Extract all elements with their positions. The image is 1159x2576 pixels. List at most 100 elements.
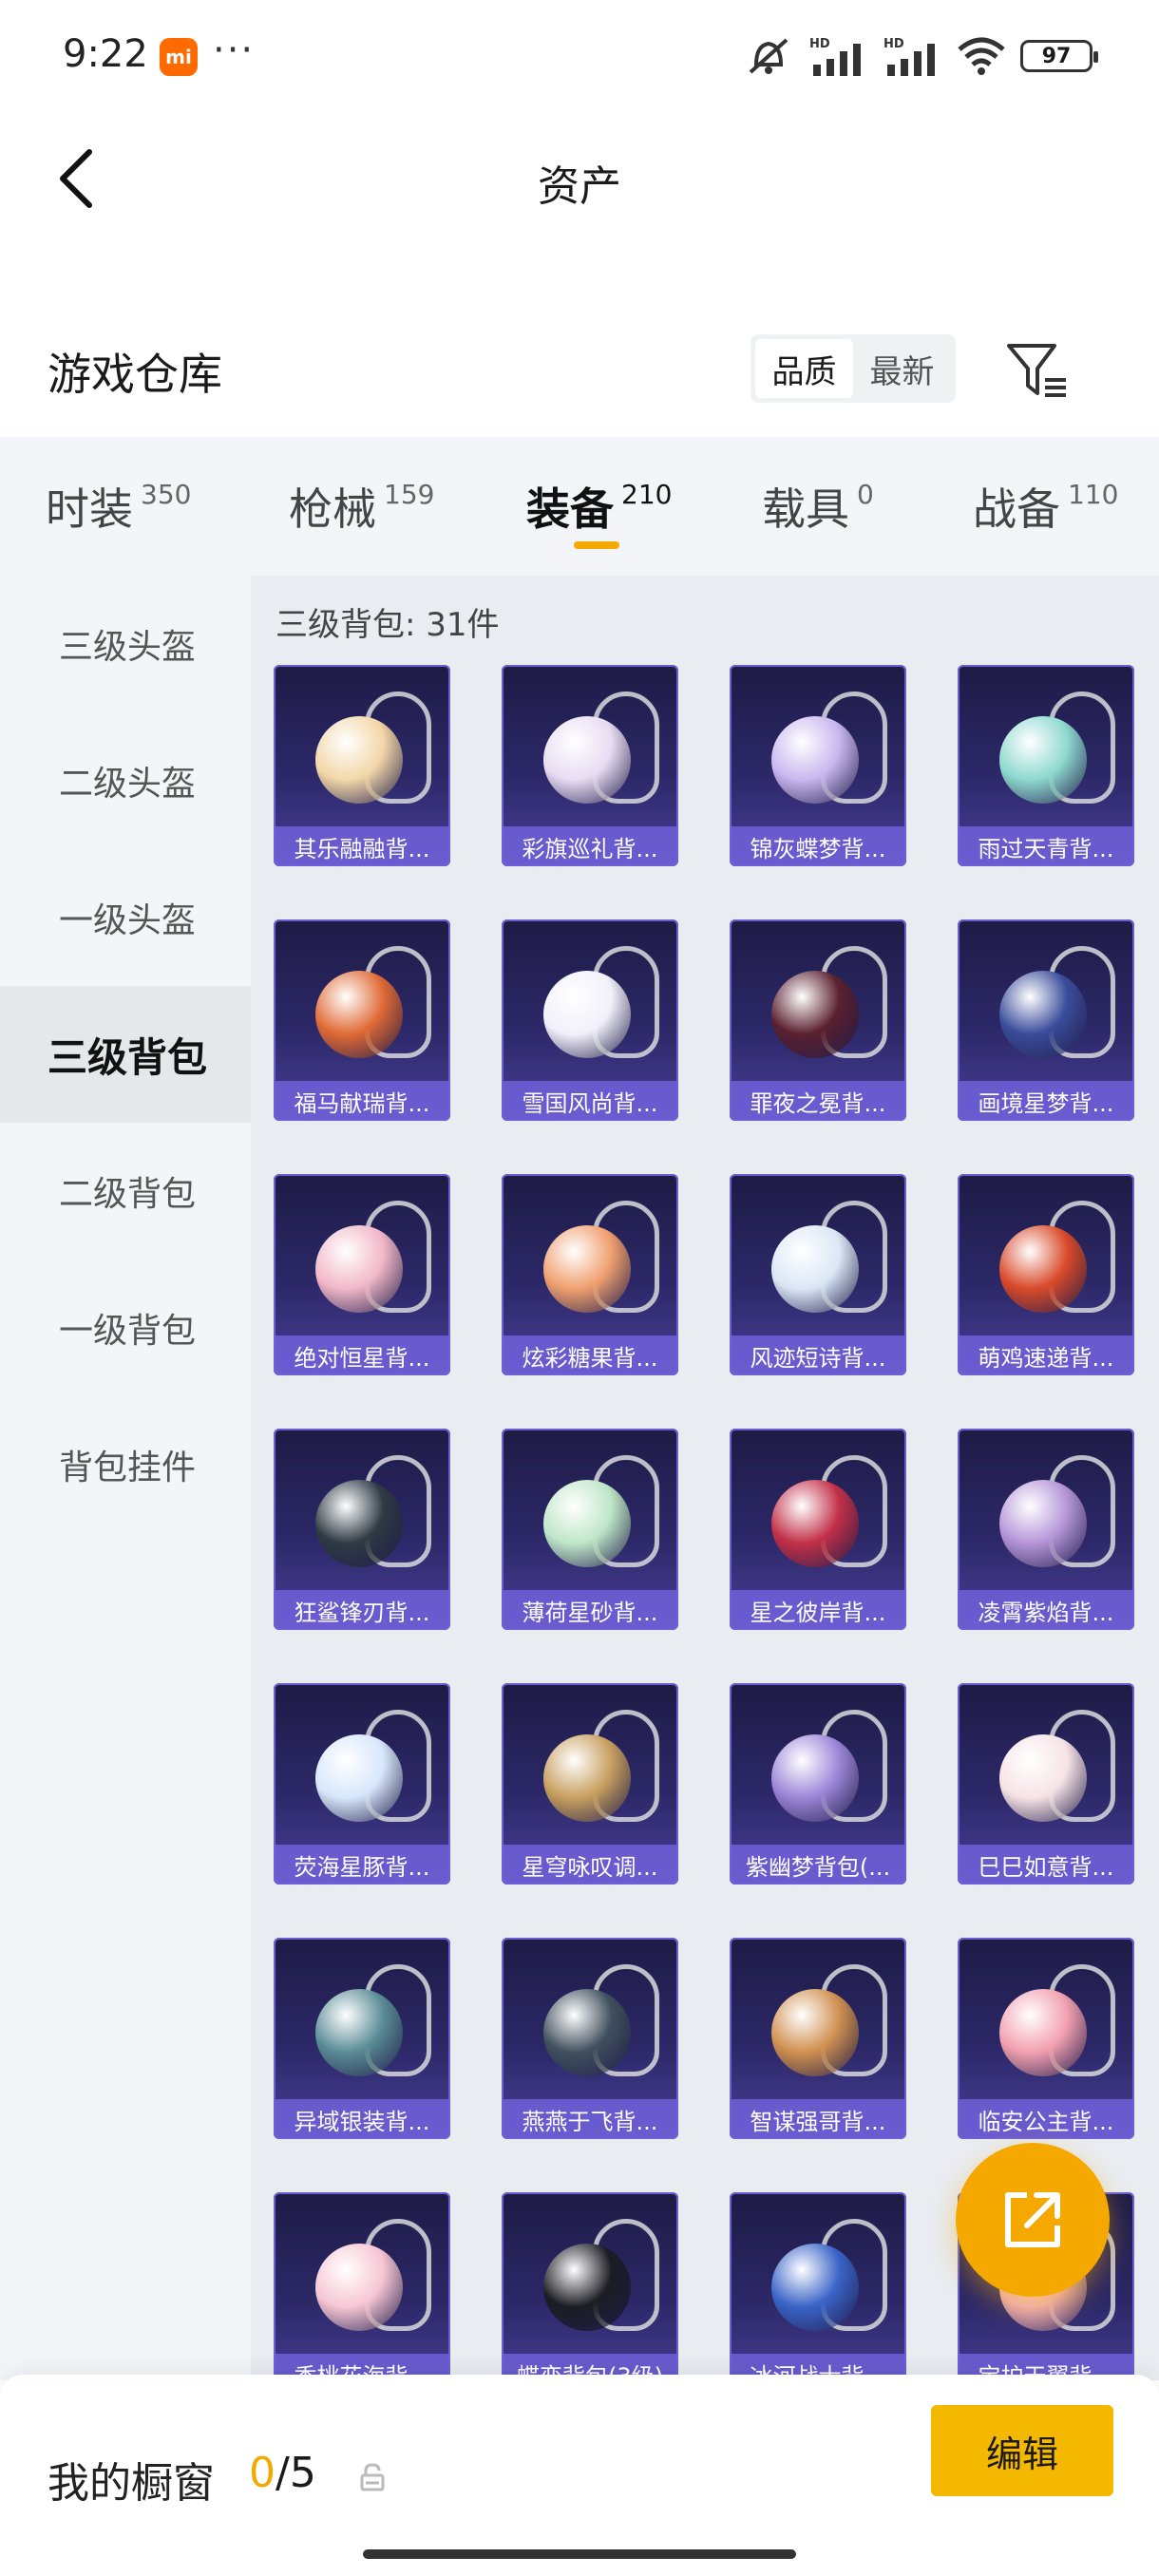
more-notifications-icon: ··· — [213, 28, 256, 72]
item-card[interactable]: 紫幽梦背包(... — [730, 1683, 906, 1885]
share-button[interactable] — [956, 2143, 1110, 2297]
item-card[interactable]: 星之彼岸背... — [730, 1429, 906, 1630]
showcase-count: 0/5 — [249, 2449, 316, 2497]
backpack-image — [543, 1480, 631, 1567]
item-name: 薄荷星砂背... — [502, 1590, 678, 1630]
backpack-image — [999, 1734, 1087, 1822]
item-name: 智谋强哥背... — [730, 2099, 906, 2139]
backpack-image — [771, 2244, 859, 2331]
category-tabs: 时装 350 枪械 159 装备 210 载具 0 战备 110 — [0, 437, 1159, 576]
item-name: 风迹短诗背... — [730, 1335, 906, 1375]
sidebar-item-helmet-lv2[interactable]: 二级头盔 — [0, 712, 251, 849]
sort-newest-option[interactable]: 最新 — [853, 339, 951, 398]
item-card[interactable]: 临安公主背... — [958, 1938, 1134, 2139]
warehouse-title: 游戏仓库 — [48, 349, 222, 400]
battery-icon: 97 — [1020, 40, 1098, 72]
page-title: 资产 — [538, 162, 621, 211]
item-card[interactable]: 萌鸡速递背... — [958, 1174, 1134, 1375]
item-card[interactable]: 福马献瑞背... — [274, 919, 450, 1121]
sidebar-item-helmet-lv3[interactable]: 三级头盔 — [0, 576, 251, 712]
backpack-image — [315, 716, 403, 804]
backpack-image — [315, 2244, 403, 2331]
item-card[interactable]: 燕燕于飞背... — [502, 1938, 678, 2139]
item-name: 绝对恒星背... — [274, 1335, 450, 1375]
item-card[interactable]: 风迹短诗背... — [730, 1174, 906, 1375]
tab-label: 装备 — [526, 483, 614, 535]
item-card[interactable]: 狂鲨锋刃背... — [274, 1429, 450, 1630]
share-icon — [1005, 2192, 1060, 2247]
mute-icon — [749, 38, 788, 74]
item-grid: 三级背包: 31件 其乐融融背... 彩旗巡礼背... 锦灰蝶梦背... 雨过天青背.… — [251, 576, 1159, 2380]
item-name: 萌鸡速递背... — [958, 1335, 1134, 1375]
item-name: 罪夜之冕背... — [730, 1081, 906, 1121]
sidebar-item-helmet-lv1[interactable]: 一级头盔 — [0, 849, 251, 986]
backpack-image — [999, 971, 1087, 1058]
bottom-bar: 我的橱窗 0/5 编辑 — [0, 2375, 1159, 2576]
item-name: 狂鲨锋刃背... — [274, 1590, 450, 1630]
backpack-image — [543, 716, 631, 804]
filter-button[interactable] — [1003, 336, 1072, 405]
backpack-image — [771, 1989, 859, 2076]
sidebar-item-backpack-charm[interactable]: 背包挂件 — [0, 1396, 251, 1533]
item-card[interactable]: 凌霄紫焰背... — [958, 1429, 1134, 1630]
item-card[interactable]: 其乐融融背... — [274, 665, 450, 866]
sidebar-item-backpack-lv1[interactable]: 一级背包 — [0, 1260, 251, 1396]
item-name: 雨过天青背... — [958, 826, 1134, 866]
home-indicator[interactable] — [363, 2549, 796, 2559]
signal-hd-icon: HD — [809, 37, 861, 76]
backpack-image — [543, 2244, 631, 2331]
showcase-used: 0 — [249, 2449, 276, 2497]
tab-supplies[interactable]: 战备 110 — [973, 475, 1118, 538]
tab-count: 0 — [857, 479, 874, 510]
tab-count: 350 — [141, 479, 192, 510]
backpack-image — [771, 971, 859, 1058]
backpack-image — [999, 1480, 1087, 1567]
item-card[interactable]: 异域银装背... — [274, 1938, 450, 2139]
item-card[interactable]: 炫彩糖果背... — [502, 1174, 678, 1375]
item-card[interactable]: 罪夜之冕背... — [730, 919, 906, 1121]
tab-fashion[interactable]: 时装 350 — [46, 475, 191, 538]
filter-icon — [1007, 344, 1066, 397]
sidebar-item-backpack-lv2[interactable]: 二级背包 — [0, 1123, 251, 1260]
tab-count: 210 — [621, 479, 673, 510]
backpack-image — [999, 716, 1087, 804]
svg-text:HD: HD — [884, 37, 904, 51]
item-card[interactable]: 雪国风尚背... — [502, 919, 678, 1121]
item-card[interactable]: 画境星梦背... — [958, 919, 1134, 1121]
sidebar-item-backpack-lv3[interactable]: 三级背包 — [0, 986, 251, 1123]
edit-button[interactable]: 编辑 — [931, 2405, 1113, 2496]
item-name: 紫幽梦背包(... — [730, 1845, 906, 1885]
sort-quality-option[interactable]: 品质 — [755, 339, 853, 398]
item-name: 星穹咏叹调... — [502, 1845, 678, 1885]
backpack-image — [543, 1734, 631, 1822]
tab-vehicles[interactable]: 载具 0 — [762, 475, 874, 538]
item-card[interactable]: 智谋强哥背... — [730, 1938, 906, 2139]
item-card[interactable]: 荧海星豚背... — [274, 1683, 450, 1885]
tab-label: 战备 — [973, 483, 1060, 535]
backpack-image — [999, 1989, 1087, 2076]
item-card[interactable]: 锦灰蝶梦背... — [730, 665, 906, 866]
lock-icon — [360, 2463, 385, 2491]
item-card[interactable]: 巳巳如意背... — [958, 1683, 1134, 1885]
item-name: 炫彩糖果背... — [502, 1335, 678, 1375]
showcase-total: 5 — [289, 2449, 316, 2497]
item-card[interactable]: 香桃花海背... — [274, 2192, 450, 2380]
item-name: 锦灰蝶梦背... — [730, 826, 906, 866]
tab-label: 载具 — [762, 483, 849, 535]
section-label: 三级背包: 31件 — [276, 606, 500, 644]
backpack-image — [543, 971, 631, 1058]
showcase-label: 我的橱窗 — [48, 2459, 215, 2508]
item-card[interactable]: 绝对恒星背... — [274, 1174, 450, 1375]
backpack-image — [315, 1480, 403, 1567]
item-card[interactable]: 星穹咏叹调... — [502, 1683, 678, 1885]
item-name: 彩旗巡礼背... — [502, 826, 678, 866]
backpack-image — [315, 1989, 403, 2076]
item-card[interactable]: 冰河战士背... — [730, 2192, 906, 2380]
tab-equipment[interactable]: 装备 210 — [526, 475, 672, 538]
item-name: 巳巳如意背... — [958, 1845, 1134, 1885]
item-card[interactable]: 薄荷星砂背... — [502, 1429, 678, 1630]
tab-weapons[interactable]: 枪械 159 — [289, 475, 434, 538]
item-card[interactable]: 雨过天青背... — [958, 665, 1134, 866]
item-card[interactable]: 彩旗巡礼背... — [502, 665, 678, 866]
item-card[interactable]: 蝶恋背包(3级) — [502, 2192, 678, 2380]
